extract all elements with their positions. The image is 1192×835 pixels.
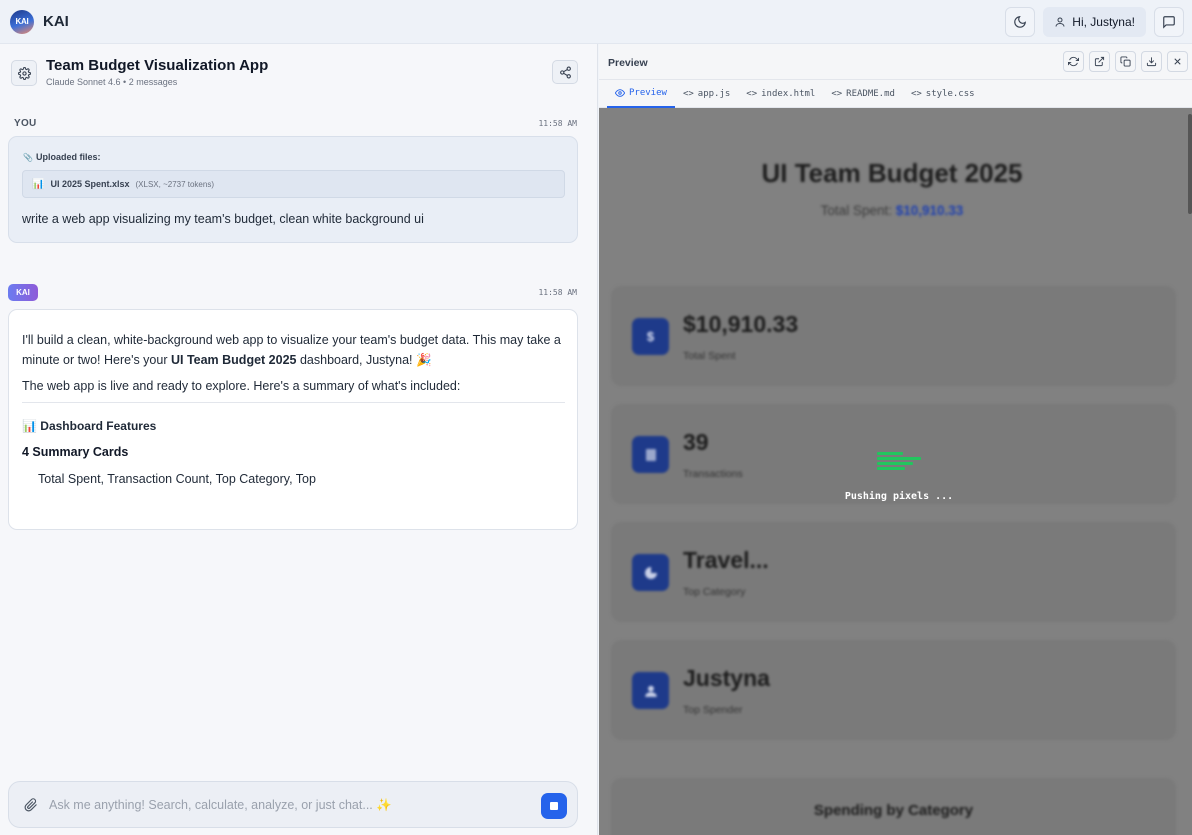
user-role-label: YOU [14,118,37,129]
chat-pane: Team Budget Visualization App Claude Son… [0,44,598,835]
preview-tabs: Preview <> app.js <> index.html <> README.m… [599,80,1192,108]
refresh-icon [1068,56,1079,67]
kai-logo[interactable]: KAI [10,9,34,34]
message-input[interactable] [49,795,529,815]
preview-title: Preview [608,57,648,69]
dollar-icon: $ [632,318,669,355]
summary-card-label: Total Spent [683,350,736,362]
assistant-message-time: 11:58 AM [538,288,577,297]
theme-toggle-button[interactable] [1005,7,1036,37]
share-icon [559,66,571,78]
share-button[interactable] [552,60,578,84]
close-preview-button[interactable] [1167,51,1188,72]
pie-chart-icon [632,554,669,591]
features-heading: 📊 Dashboard Features [22,419,157,433]
summary-card: $ $10,910.33 Total Spent [611,286,1176,386]
code-icon: <> [831,89,843,99]
loading-text: Pushing pixels ... [844,491,954,502]
user-message-card: 📎 Uploaded files: 📊 UI 2025 Spent.xlsx (X… [8,136,578,243]
summary-card-label: Top Spender [683,704,743,716]
assistant-badge: KAI [8,284,38,301]
message-composer [8,781,578,828]
summary-card-label: Top Category [683,586,746,598]
moon-icon [1014,16,1027,28]
copy-icon [1120,56,1131,67]
preview-header: Preview [599,44,1192,80]
bar-chart-icon: 📊 [32,178,45,190]
user-icon [1055,17,1065,27]
tab-app-js[interactable]: <> app.js [675,80,738,108]
divider [22,402,565,403]
assistant-message-card: I'll build a clean, white-background web… [8,309,578,530]
assistant-paragraph-2: The web app is live and ready to explore… [22,379,461,393]
download-icon [1146,57,1157,67]
summary-card-value: Travel... [683,547,769,573]
message-square-icon [1163,16,1175,29]
paperclip-icon: 📎 [23,153,33,162]
code-icon: <> [910,89,922,99]
loading-overlay: Pushing pixels ... [829,448,969,508]
brand-name: KAI [43,13,69,30]
chat-settings-button[interactable] [11,60,37,86]
code-icon: <> [746,89,758,99]
external-link-icon [1094,56,1105,67]
chat-title: Team Budget Visualization App [46,57,269,74]
paperclip-icon[interactable] [24,797,38,813]
file-name: UI 2025 Spent.xlsx [50,179,130,189]
summary-card: Justyna Top Spender [611,640,1176,740]
preview-pane: Preview Preview <> app.js <> index.html <>… [599,44,1192,835]
summary-card-value: $10,910.33 [683,311,799,337]
dashboard-heading: UI Team Budget 2025 [761,158,1023,188]
chat-subtitle: Claude Sonnet 4.6 • 2 messages [46,77,178,87]
refresh-button[interactable] [1063,51,1084,72]
tab-preview[interactable]: Preview [607,80,675,108]
summary-card-value: Justyna [683,665,770,691]
category-chart-card: Spending by Category [611,778,1176,835]
file-meta: (XLSX, ~2737 tokens) [135,179,215,189]
user-message-time: 11:58 AM [538,119,577,128]
stop-icon [550,802,558,810]
tab-readme-md[interactable]: <> README.md [823,80,903,108]
summary-cards-heading: 4 Summary Cards [22,445,129,459]
open-external-button[interactable] [1089,51,1110,72]
summary-card-label: Transactions [683,468,743,480]
uploaded-file-chip[interactable]: 📊 UI 2025 Spent.xlsx (XLSX, ~2737 tokens… [22,170,565,198]
receipt-icon [632,436,669,473]
user-menu-button[interactable]: Hi, Justyna! [1043,7,1146,37]
preview-scrollbar[interactable] [1188,114,1192,214]
preview-frame[interactable]: UI Team Budget 2025 Total Spent: $10,910… [599,108,1192,835]
summary-card-value: 39 [683,429,709,455]
top-bar: KAI KAI Hi, Justyna! [0,0,1192,44]
code-icon: <> [682,89,694,99]
eye-icon [615,89,625,97]
assistant-paragraph-1: I'll build a clean, white-background web… [22,333,561,367]
category-chart-title: Spending by Category [813,802,974,819]
dashboard-total: Total Spent: $10,910.33 [820,203,964,218]
gear-icon [17,66,31,80]
feedback-button[interactable] [1154,7,1184,37]
uploaded-files-label: 📎 Uploaded files: [23,152,101,162]
tab-index-html[interactable]: <> index.html [738,80,823,108]
chat-header: Team Budget Visualization App Claude Son… [0,44,598,100]
summary-card: Travel... Top Category [611,522,1176,622]
download-button[interactable] [1141,51,1162,72]
close-icon [1174,58,1181,65]
user-icon [632,672,669,709]
tab-style-css[interactable]: <> style.css [903,80,983,108]
summary-cards-list: Total Spent, Transaction Count, Top Cate… [38,472,316,486]
user-message-text: write a web app visualizing my team's bu… [22,212,424,226]
stop-generation-button[interactable] [541,793,567,819]
copy-button[interactable] [1115,51,1136,72]
user-greeting: Hi, Justyna! [1072,15,1135,29]
loading-bars-icon [877,452,921,472]
